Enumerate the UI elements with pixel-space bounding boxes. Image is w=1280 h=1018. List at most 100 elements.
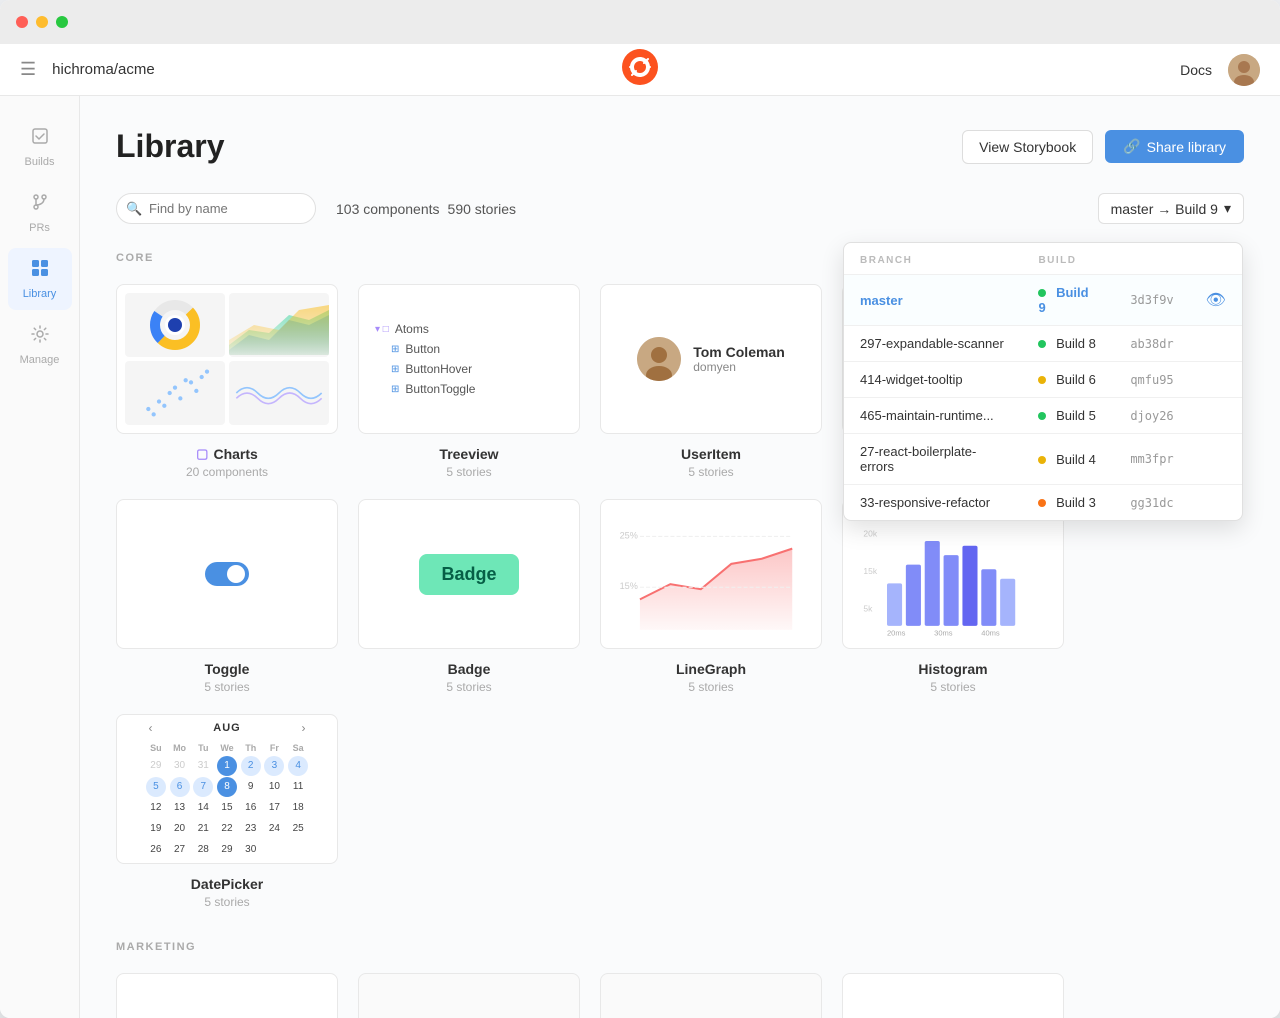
component-card-datepicker[interactable]: ‹ AUG › Su Mo Tu We Th (116, 714, 338, 909)
dropdown-row-1[interactable]: 297-expandable-scanner Build 8 ab38dr (844, 326, 1242, 362)
useritem-preview: Tom Coleman domyen (617, 337, 805, 381)
wave-thumb (229, 361, 329, 425)
manage-icon (30, 324, 50, 350)
hash-cell-2: qmfu95 (1114, 362, 1189, 398)
hash-col-header (1114, 243, 1189, 275)
tree-label-button: Button (405, 342, 440, 356)
area-thumb (229, 293, 329, 357)
search-input[interactable] (116, 193, 316, 224)
badge-preview: Badge (359, 500, 579, 648)
tree-item-button: ⊞ Button (375, 339, 563, 359)
svg-text:25%: 25% (620, 530, 638, 540)
component-card-histogram[interactable]: 20k 15k 5k 20ms (842, 499, 1064, 694)
toggle-info: Toggle 5 stories (116, 661, 338, 694)
action-cell-5 (1190, 485, 1242, 521)
action-cell-4 (1190, 434, 1242, 485)
badge-stories: 5 stories (358, 680, 580, 694)
prs-icon (30, 192, 50, 218)
build-cell-2: Build 6 (1022, 362, 1114, 398)
component-card-blank-3[interactable] (600, 973, 822, 1018)
component-card-toggle[interactable]: Toggle 5 stories (116, 499, 338, 694)
dropdown-row-0[interactable]: master Build 9 3d3f9v 👁 (844, 275, 1242, 326)
toggle-preview (117, 500, 337, 648)
sidebar-item-library[interactable]: Library (8, 248, 72, 310)
toggle-thumb (227, 565, 245, 583)
navbar: ☰ hichroma/acme Docs (0, 44, 1280, 96)
action-cell-3 (1190, 398, 1242, 434)
marketing-component-grid: ? + △ ∨ ↓ (116, 973, 1244, 1018)
branch-selector[interactable]: master → Build 9 ▾ BRANCH BUILD (1098, 193, 1244, 224)
share-label: Share library (1147, 139, 1226, 155)
component-icon-2: ⊞ (391, 364, 399, 375)
histogram-name: Histogram (842, 661, 1064, 677)
datepicker-name: DatePicker (116, 876, 338, 892)
share-library-button[interactable]: 🔗 Share library (1105, 130, 1244, 163)
component-card-badge[interactable]: Badge Badge 5 stories (358, 499, 580, 694)
component-card-treeview[interactable]: ▾ □ Atoms ⊞ Button ⊞ ButtonHover (358, 284, 580, 479)
useritem-name: Tom Coleman (693, 344, 785, 360)
titlebar (0, 0, 1280, 44)
user-avatar[interactable] (1228, 54, 1260, 86)
dropdown-row-2[interactable]: 414-widget-tooltip Build 6 qmfu95 (844, 362, 1242, 398)
branch-dropdown: BRANCH BUILD master Build 9 3d3f9v 👁 (843, 242, 1243, 521)
tree-item-buttontoggle: ⊞ ButtonToggle (375, 379, 563, 399)
component-card-icons[interactable]: ? + △ ∨ ↓ (116, 973, 338, 1018)
hamburger-icon[interactable]: ☰ (20, 59, 36, 80)
badge-preview-wrap: Badge (358, 499, 580, 649)
dropdown-row-4[interactable]: 27-react-boilerplate-errors Build 4 mm3f… (844, 434, 1242, 485)
branch-col-header: BRANCH (844, 243, 1022, 275)
sidebar-item-builds[interactable]: Builds (8, 116, 72, 178)
search-icon: 🔍 (126, 201, 142, 217)
eye-icon[interactable]: 👁 (1206, 292, 1226, 309)
dropdown-row-3[interactable]: 465-maintain-runtime... Build 5 djoy26 (844, 398, 1242, 434)
maximize-button[interactable] (56, 16, 68, 28)
useritem-info-bottom: UserItem 5 stories (600, 446, 822, 479)
useritem-card-stories: 5 stories (600, 465, 822, 479)
docs-link[interactable]: Docs (1180, 62, 1212, 78)
treeview-info: Treeview 5 stories (358, 446, 580, 479)
status-dot-1 (1038, 340, 1046, 348)
charts-name: ▢ Charts (116, 446, 338, 462)
linegraph-preview: 25% 15% (601, 500, 821, 648)
branch-cell-4: 27-react-boilerplate-errors (844, 434, 1022, 485)
minimize-button[interactable] (36, 16, 48, 28)
app-window: ☰ hichroma/acme Docs (0, 0, 1280, 1018)
svg-text:40ms: 40ms (981, 628, 1000, 637)
tree-label-buttonhover: ButtonHover (405, 362, 472, 376)
dropdown-row-5[interactable]: 33-responsive-refactor Build 3 gg31dc (844, 485, 1242, 521)
hash-cell-5: gg31dc (1114, 485, 1189, 521)
treeview-preview: ▾ □ Atoms ⊞ Button ⊞ ButtonHover (359, 303, 579, 415)
component-card-primary[interactable]: Primary (842, 973, 1064, 1018)
component-card-charts[interactable]: ▢ Charts 20 components (116, 284, 338, 479)
manage-label: Manage (20, 354, 60, 366)
svg-text:20ms: 20ms (887, 628, 906, 637)
close-button[interactable] (16, 16, 28, 28)
navbar-right: Docs (1180, 54, 1260, 86)
build-col-header: BUILD (1022, 243, 1114, 275)
svg-text:15%: 15% (620, 581, 638, 591)
sidebar-item-prs[interactable]: PRs (8, 182, 72, 244)
page-header: Library View Storybook 🔗 Share library (116, 128, 1244, 165)
treeview-name: Treeview (358, 446, 580, 462)
blank-preview-2 (358, 973, 580, 1018)
view-storybook-button[interactable]: View Storybook (962, 130, 1093, 164)
branch-selector-label: master → Build 9 (1111, 201, 1218, 217)
component-card-blank-2[interactable] (358, 973, 580, 1018)
component-card-useritem[interactable]: Tom Coleman domyen UserItem 5 stories (600, 284, 822, 479)
histogram-info: Histogram 5 stories (842, 661, 1064, 694)
histogram-stories: 5 stories (842, 680, 1064, 694)
page-title: Library (116, 128, 962, 165)
dp-prev-icon: ‹ (149, 721, 153, 735)
build-cell-3: Build 5 (1022, 398, 1114, 434)
linegraph-preview-wrap: 25% 15% (600, 499, 822, 649)
tree-label-atoms: Atoms (395, 322, 429, 336)
sidebar-item-manage[interactable]: Manage (8, 314, 72, 376)
histogram-preview: 20k 15k 5k 20ms (843, 500, 1063, 648)
linegraph-info: LineGraph 5 stories (600, 661, 822, 694)
branch-table: BRANCH BUILD master Build 9 3d3f9v 👁 (844, 243, 1242, 520)
datepicker-preview-wrap: ‹ AUG › Su Mo Tu We Th (116, 714, 338, 864)
chevron-down-icon: ▾ (1224, 200, 1231, 217)
component-card-linegraph[interactable]: 25% 15% (600, 499, 822, 694)
svg-text:15k: 15k (863, 566, 877, 576)
useritem-handle: domyen (693, 360, 785, 374)
